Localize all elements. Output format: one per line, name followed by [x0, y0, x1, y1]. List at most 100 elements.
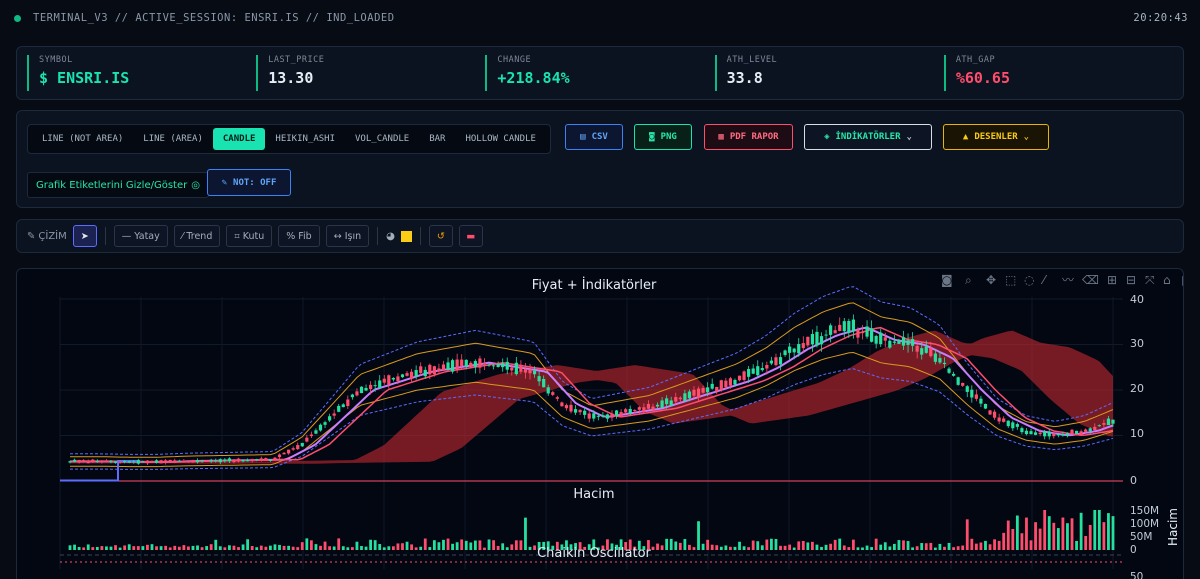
volume-bar: [815, 544, 819, 550]
shapes-icon: ▲: [962, 132, 969, 142]
volume-bar: [350, 547, 354, 550]
candle-body: [218, 459, 222, 463]
volume-bars: [68, 510, 1115, 550]
patterns-dropdown[interactable]: ▲ DESENLER ⌄: [943, 124, 1049, 150]
zoom-out-icon[interactable]: ⊟: [1126, 273, 1136, 287]
volume-bar: [665, 538, 669, 550]
chart-type-line[interactable]: LINE (NOT AREA): [32, 128, 133, 150]
volume-bar: [464, 540, 468, 550]
candle-body: [605, 414, 610, 419]
save-icon[interactable]: ▣: [1181, 273, 1184, 287]
candle-body: [246, 459, 250, 462]
chart-container: Fiyat + İndikatörler Hacim Chaikin Oscil…: [16, 268, 1184, 579]
candle-body: [1084, 429, 1088, 432]
box-select-icon[interactable]: ⬚: [1005, 273, 1016, 287]
pan-icon[interactable]: ✥: [986, 273, 996, 287]
delete-drawings-button[interactable]: ▬: [458, 225, 483, 247]
volume-bar: [847, 547, 851, 550]
chart-type-vol-candle[interactable]: VOL_CANDLE: [345, 128, 419, 150]
zoom-in-icon[interactable]: ⊞: [1107, 273, 1117, 287]
volume-bar: [938, 543, 942, 550]
candle-body: [1102, 423, 1106, 425]
volume-bar: [724, 545, 728, 550]
chart-type-heikin-ashi[interactable]: HEIKIN_ASHI: [265, 128, 345, 150]
volume-bar: [988, 544, 992, 550]
volume-bar: [269, 545, 272, 550]
horizontal-line-tool[interactable]: — Yatay: [113, 225, 168, 247]
candle-body: [173, 460, 177, 463]
autoscale-icon[interactable]: ⤧: [1145, 273, 1155, 287]
volume-bar: [205, 546, 209, 550]
volume-bar: [879, 544, 883, 550]
volume-bar: [328, 546, 332, 550]
box-tool[interactable]: ⌗ Kutu: [226, 225, 273, 247]
price-chart-svg[interactable]: Fiyat + İndikatörler Hacim Chaikin Oscil…: [17, 269, 1184, 579]
camera-icon[interactable]: ◙: [941, 273, 953, 287]
undo-button[interactable]: ↺: [428, 225, 453, 247]
volume-bar: [255, 547, 259, 550]
volume-bar: [314, 544, 318, 550]
volume-bar: [164, 545, 168, 550]
pdf-icon: ▦: [718, 132, 724, 142]
erase-icon[interactable]: ⌫: [1081, 273, 1099, 287]
zoom-icon[interactable]: ⌕: [965, 273, 972, 287]
png-button[interactable]: ◙ PNG: [634, 124, 692, 150]
volume-bar: [432, 540, 436, 550]
ichimoku-cloud: [70, 330, 1113, 464]
csv-button[interactable]: ▤ CSV: [565, 124, 623, 150]
cursor-tool[interactable]: ➤: [72, 225, 97, 247]
lower-band-line: [70, 351, 1114, 468]
volume-bar: [765, 539, 769, 550]
candle-body: [1038, 432, 1042, 435]
candle-body: [765, 364, 769, 369]
volume-bar: [492, 540, 495, 550]
indicators-dropdown[interactable]: ◈ İNDİKATÖRLER ⌄: [804, 124, 932, 150]
volume-bar: [1020, 533, 1024, 550]
chart-type-line-area[interactable]: LINE (AREA): [133, 128, 213, 150]
note-toggle-button[interactable]: ✎ NOT: OFF: [207, 169, 291, 196]
volume-bar: [136, 546, 140, 550]
chart-type-bar[interactable]: BAR: [419, 128, 455, 150]
pdf-report-button[interactable]: ▦ PDF RAPOR: [704, 124, 793, 150]
divider: [419, 227, 421, 245]
candle-body: [72, 459, 77, 462]
volume-bar: [719, 546, 723, 550]
ray-tool[interactable]: ↔ Işın: [325, 225, 370, 247]
volume-bar: [278, 544, 281, 550]
candle-body: [601, 415, 605, 417]
chart-type-hollow-candle[interactable]: HOLLOW CANDLE: [455, 128, 545, 150]
cursor-icon: ➤: [80, 230, 89, 242]
fib-tool[interactable]: % Fib: [278, 225, 320, 247]
eye-off-icon: ◎: [191, 179, 200, 191]
candle-body: [255, 459, 259, 461]
draw-path-icon[interactable]: 〰: [1062, 273, 1074, 287]
candle-body: [715, 386, 719, 392]
home-icon[interactable]: ⌂: [1163, 273, 1171, 287]
volume-bar: [1061, 517, 1065, 550]
candle-body: [1074, 430, 1079, 434]
candle-body: [123, 461, 127, 463]
trend-line-tool[interactable]: ⁄ Trend: [173, 225, 221, 247]
volume-bar: [715, 545, 719, 550]
draw-line-icon[interactable]: ⁄: [1040, 273, 1048, 287]
volume-bar: [979, 542, 983, 550]
clock: 20:20:43: [1133, 12, 1188, 24]
price-tick: 10: [1130, 427, 1144, 440]
candle-body: [291, 448, 295, 450]
candle-body: [482, 363, 487, 365]
candle-body: [305, 437, 309, 442]
lasso-icon[interactable]: ◌: [1024, 273, 1034, 287]
volume-bar: [514, 540, 518, 550]
price-tick: 0: [1130, 474, 1137, 487]
palette-icon[interactable]: ◕: [386, 231, 395, 242]
color-swatch[interactable]: [400, 230, 412, 242]
candle-body: [537, 376, 541, 382]
candle-body: [628, 408, 632, 414]
toggle-chart-labels-button[interactable]: Grafik Etiketlerini Gizle/Göster ◎: [27, 172, 209, 198]
candle-body: [874, 335, 878, 344]
chart-type-candle[interactable]: CANDLE: [212, 128, 266, 150]
candle-body: [797, 344, 801, 354]
divider: [104, 227, 106, 245]
candle-body: [979, 398, 983, 404]
volume-bar: [259, 545, 263, 550]
